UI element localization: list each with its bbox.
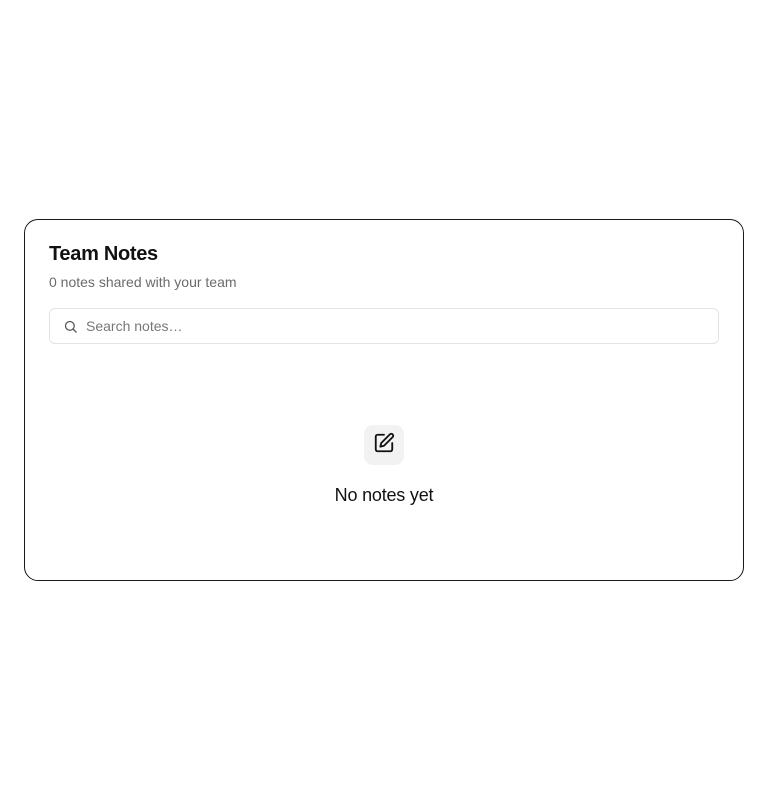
panel-title: Team Notes [49, 243, 158, 265]
empty-state-message: No notes yet [334, 485, 434, 505]
search-icon [62, 318, 78, 334]
search-box[interactable] [49, 308, 719, 344]
search-input[interactable] [86, 311, 706, 341]
empty-state-icon-container [364, 425, 404, 465]
notes-count-subtitle: 0 notes shared with your team [49, 274, 237, 290]
empty-state: No notes yet [25, 425, 743, 506]
notes-panel: Team Notes 0 notes shared with your team… [24, 219, 744, 581]
edit-note-icon [373, 432, 395, 459]
